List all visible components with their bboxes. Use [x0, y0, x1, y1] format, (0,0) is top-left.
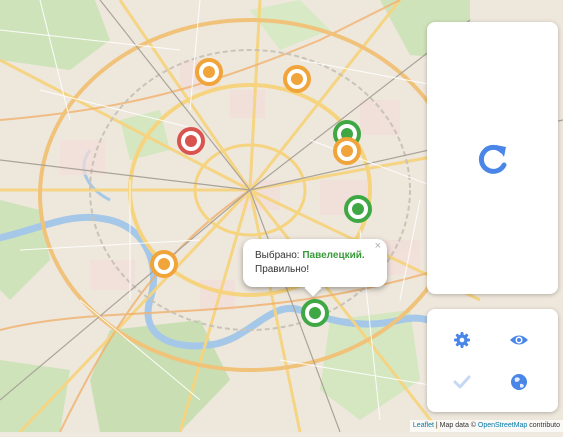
attribution-separator: | Map data ©: [433, 422, 478, 429]
station-popup: × Выбрано: Павелецкий. Правильно!: [243, 239, 387, 297]
attribution-suffix: contributo: [527, 422, 560, 429]
popup-result: Правильно!: [255, 264, 310, 275]
marker-dot: [185, 135, 197, 147]
map-marker-green-selected[interactable]: [301, 299, 329, 327]
marker-dot: [158, 258, 170, 270]
osm-link[interactable]: OpenStreetMap: [478, 422, 527, 429]
popup-selected-label: Выбрано:: [255, 250, 300, 261]
marker-dot: [352, 203, 364, 215]
gear-icon[interactable]: [451, 329, 473, 351]
popup-close-button[interactable]: ×: [375, 240, 381, 252]
map-marker-green[interactable]: [344, 195, 372, 223]
refresh-icon[interactable]: [472, 139, 512, 179]
popup-station-name: Павелецкий.: [302, 250, 365, 261]
leaflet-link[interactable]: Leaflet: [413, 422, 434, 429]
check-icon[interactable]: [451, 371, 473, 393]
map-marker-orange[interactable]: [333, 137, 361, 165]
marker-dot: [309, 307, 321, 319]
map-marker-orange[interactable]: [195, 58, 223, 86]
map-marker-orange[interactable]: [150, 250, 178, 278]
marker-dot: [341, 145, 353, 157]
controls-panel: [427, 309, 558, 412]
marker-dot: [291, 73, 303, 85]
globe-icon[interactable]: [508, 371, 530, 393]
map-attribution: Leaflet | Map data © OpenStreetMap contr…: [409, 420, 563, 432]
marker-dot: [203, 66, 215, 78]
map-marker-orange[interactable]: [283, 65, 311, 93]
popup-selection-line: Выбрано: Павелецкий.: [255, 249, 375, 263]
map-marker-red[interactable]: [177, 127, 205, 155]
refresh-panel: [427, 22, 558, 294]
eye-icon[interactable]: [508, 329, 530, 351]
